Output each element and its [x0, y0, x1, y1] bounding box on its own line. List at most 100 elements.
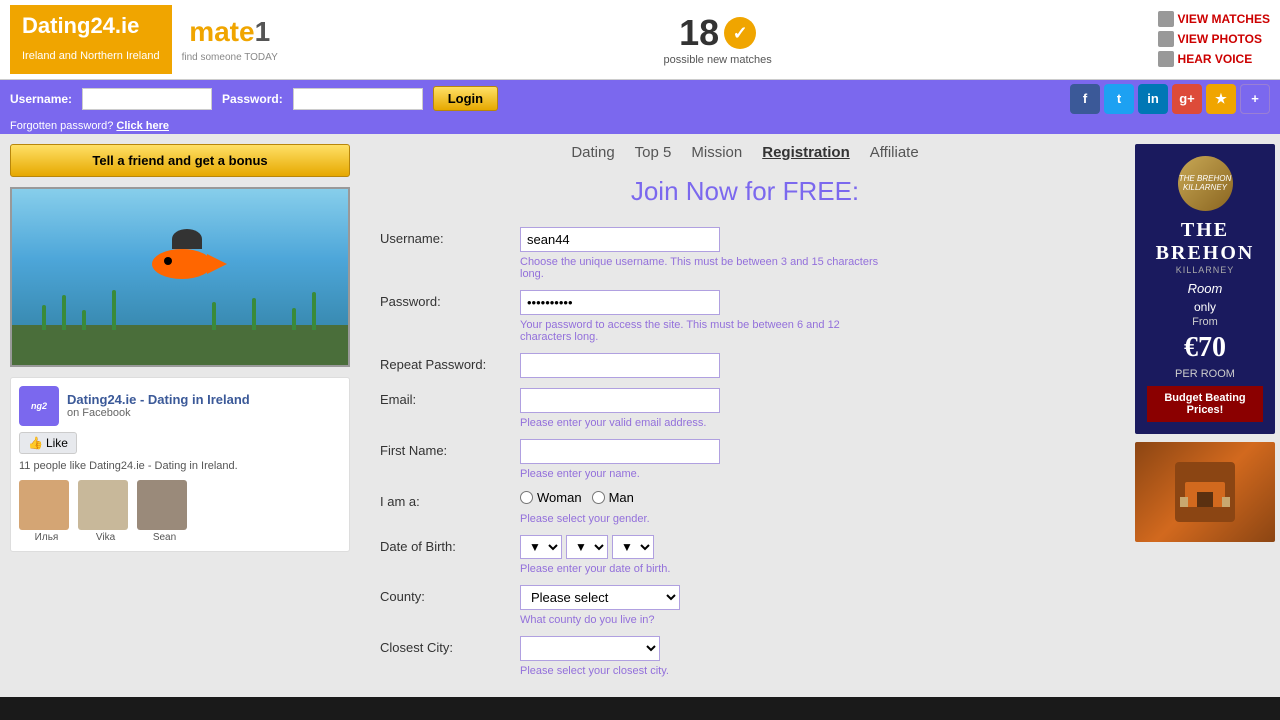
grass: [292, 308, 296, 330]
gender-label: I am a:: [380, 490, 520, 509]
nav-registration[interactable]: Registration: [762, 144, 850, 161]
brehon-budget-button[interactable]: Budget Beating Prices!: [1147, 386, 1263, 422]
main-navigation: Dating Top 5 Mission Registration Affili…: [380, 144, 1110, 161]
email-field[interactable]: [520, 388, 720, 413]
dob-row: Date of Birth: ▼ ▼ ▼: [380, 535, 880, 575]
fb-friend-3-avatar: [137, 480, 187, 530]
join-heading: Join Now for FREE:: [380, 176, 1110, 207]
fb-stats: 11 people like Dating24.ie - Dating in I…: [19, 460, 341, 472]
brehon-price: €70: [1147, 332, 1263, 364]
fb-page-name[interactable]: Dating24.ie - Dating in Ireland: [67, 392, 250, 407]
password-field-label: Password:: [380, 290, 520, 309]
brehon-advertisement: THE BREHONKILLARNEY THE BREHON KILLARNEY…: [1135, 144, 1275, 434]
gender-hint: Please select your gender.: [520, 513, 880, 525]
hear-voice-icon: [1158, 51, 1174, 67]
login-button[interactable]: Login: [433, 86, 498, 111]
twitter-icon[interactable]: t: [1104, 84, 1134, 114]
referral-button[interactable]: Tell a friend and get a bonus: [10, 144, 350, 177]
firstname-hint: Please enter your name.: [520, 468, 880, 480]
grass: [212, 302, 216, 330]
nav-top5[interactable]: Top 5: [635, 144, 672, 161]
gender-options: Woman Man: [520, 490, 634, 505]
center-content: Dating Top 5 Mission Registration Affili…: [360, 134, 1130, 697]
password-label: Password:: [222, 92, 283, 106]
matches-section: 18 ✓ possible new matches: [664, 12, 772, 66]
dob-day-select[interactable]: ▼: [520, 535, 562, 559]
county-hint: What county do you live in?: [520, 614, 880, 626]
linkedin-icon[interactable]: in: [1138, 84, 1168, 114]
city-label: Closest City:: [380, 636, 520, 655]
dob-year-select[interactable]: ▼: [612, 535, 654, 559]
grass: [62, 295, 66, 330]
dob-selects: ▼ ▼ ▼: [520, 535, 654, 559]
county-select[interactable]: Please select: [520, 585, 680, 610]
county-label: County:: [380, 585, 520, 604]
dob-month-select[interactable]: ▼: [566, 535, 608, 559]
fb-friend-3-name: Sean: [153, 532, 176, 543]
firstname-field[interactable]: [520, 439, 720, 464]
city-select[interactable]: [520, 636, 660, 661]
view-matches-link[interactable]: VIEW MATCHES: [1158, 11, 1270, 27]
facebook-widget: ng2 Dating24.ie - Dating in Ireland on F…: [10, 377, 350, 552]
site-logo: Dating24.ie Ireland and Northern Ireland: [10, 5, 172, 74]
grass: [112, 290, 116, 330]
city-row: Closest City: Please select your closest…: [380, 636, 880, 677]
thumbs-up-icon: 👍: [28, 436, 43, 450]
username-field-label: Username:: [380, 227, 520, 246]
password-field[interactable]: [520, 290, 720, 315]
fb-friend-1-avatar: [19, 480, 69, 530]
login-bar: Username: Password: Login f t in g+ ★ +: [0, 80, 1280, 118]
brehon-room-text: Room: [1147, 281, 1263, 296]
view-photos-link[interactable]: VIEW PHOTOS: [1158, 31, 1270, 47]
nav-dating[interactable]: Dating: [571, 144, 614, 161]
hear-voice-link[interactable]: HEAR VOICE: [1158, 51, 1270, 67]
grass: [42, 305, 46, 330]
nav-mission[interactable]: Mission: [691, 144, 742, 161]
brehon-name: THE BREHON: [1147, 219, 1263, 265]
ground: [12, 325, 348, 365]
repeat-password-field[interactable]: [520, 353, 720, 378]
county-row: County: Please select What county do you…: [380, 585, 880, 626]
fb-friend-1-name: Илья: [35, 532, 59, 543]
fb-page-sub: on Facebook: [67, 407, 250, 419]
forgotten-password-bar: Forgotten password? Click here: [0, 118, 1280, 134]
facebook-icon[interactable]: f: [1070, 84, 1100, 114]
fish-eye: [164, 257, 172, 265]
gender-woman-radio[interactable]: [520, 491, 533, 504]
top-right-links: VIEW MATCHES VIEW PHOTOS HEAR VOICE: [1158, 11, 1270, 67]
gender-man-radio[interactable]: [592, 491, 605, 504]
firstname-row: First Name: Please enter your name.: [380, 439, 880, 480]
googleplus-icon[interactable]: g+: [1172, 84, 1202, 114]
left-sidebar: Tell a friend and get a bonus: [0, 134, 360, 697]
password-input[interactable]: [293, 88, 423, 110]
view-photos-icon: [1158, 31, 1174, 47]
email-label: Email:: [380, 388, 520, 407]
city-hint: Please select your closest city.: [520, 665, 880, 677]
username-field[interactable]: [520, 227, 720, 252]
fb-friend-1: Илья: [19, 480, 74, 543]
right-ad-image: [1135, 442, 1275, 542]
registration-form: Username: Choose the unique username. Th…: [380, 227, 880, 677]
fb-friends-list: Илья Vika Sean: [19, 480, 341, 543]
email-row: Email: Please enter your valid email add…: [380, 388, 880, 429]
grass: [312, 292, 316, 330]
username-row: Username: Choose the unique username. Th…: [380, 227, 880, 280]
brehon-logo: THE BREHONKILLARNEY: [1178, 156, 1233, 211]
star-icon[interactable]: ★: [1206, 84, 1236, 114]
password-row: Password: Your password to access the si…: [380, 290, 880, 343]
plus-icon[interactable]: +: [1240, 84, 1270, 114]
fb-like-button[interactable]: 👍 Like: [19, 432, 77, 454]
check-badge: ✓: [724, 17, 756, 49]
firstname-label: First Name:: [380, 439, 520, 458]
repeat-password-row: Repeat Password:: [380, 353, 880, 378]
mate1-logo: mate1 find someone TODAY: [182, 16, 278, 63]
nav-affiliate[interactable]: Affiliate: [870, 144, 919, 161]
grass: [82, 310, 86, 330]
username-input[interactable]: [82, 88, 212, 110]
gender-row: I am a: Woman Man Please se: [380, 490, 880, 525]
social-icons: f t in g+ ★ +: [1070, 84, 1270, 114]
click-here-link[interactable]: Click here: [116, 120, 169, 132]
brehon-from-text: From: [1147, 316, 1263, 328]
gender-woman-option[interactable]: Woman: [520, 490, 582, 505]
gender-man-option[interactable]: Man: [592, 490, 634, 505]
